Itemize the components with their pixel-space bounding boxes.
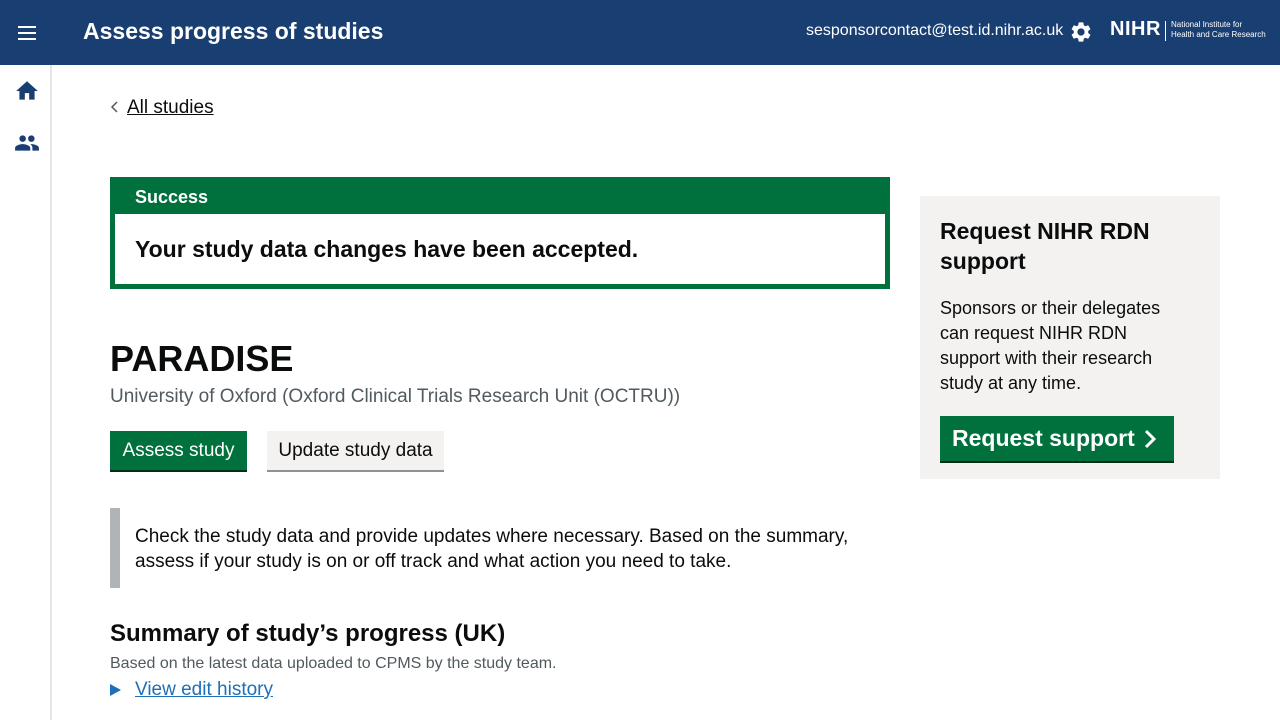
triangle-right-icon bbox=[110, 684, 121, 696]
support-panel: Request NIHR RDN support Sponsors or the… bbox=[920, 196, 1220, 479]
home-icon[interactable] bbox=[14, 78, 40, 104]
support-panel-text: Sponsors or their delegates can request … bbox=[940, 298, 1161, 393]
view-edit-history-label: View edit history bbox=[135, 679, 273, 700]
app-title: Assess progress of studies bbox=[83, 18, 384, 44]
banner-message: Your study data changes have been accept… bbox=[135, 236, 639, 262]
logo-divider bbox=[1165, 21, 1166, 41]
chevron-left-icon bbox=[110, 101, 118, 113]
logo-text-line1: National Institute for bbox=[1171, 20, 1243, 29]
request-support-button[interactable]: Request support bbox=[940, 416, 1174, 461]
summary-heading: Summary of study’s progress (UK) bbox=[110, 620, 506, 647]
users-icon[interactable] bbox=[14, 130, 40, 156]
support-panel-heading: Request NIHR RDN support bbox=[940, 218, 1150, 274]
logo-text: National Institute for Health and Care R… bbox=[1171, 20, 1271, 40]
success-banner: Success Your study data changes have bee… bbox=[110, 177, 890, 289]
menu-icon[interactable] bbox=[14, 20, 40, 46]
nihr-logo[interactable]: NIHR National Institute for Health and C… bbox=[1110, 18, 1270, 46]
user-email: sesponsorcontact@test.id.nihr.ac.uk bbox=[806, 22, 1064, 39]
update-study-data-button[interactable]: Update study data bbox=[267, 431, 444, 470]
logo-text-line2: Health and Care Research bbox=[1171, 30, 1266, 39]
logo-mark: NIHR bbox=[1110, 18, 1161, 40]
app-header: Assess progress of studies sesponsorcont… bbox=[0, 0, 1280, 65]
sidebar bbox=[0, 65, 52, 720]
back-link-label: All studies bbox=[127, 97, 214, 118]
inset-text-body: Check the study data and provide updates… bbox=[135, 526, 849, 572]
summary-caption: Based on the latest data uploaded to CPM… bbox=[110, 655, 557, 672]
banner-body: Your study data changes have been accept… bbox=[115, 214, 885, 284]
request-support-label: Request support bbox=[952, 425, 1135, 451]
study-title: PARADISE bbox=[110, 338, 294, 379]
assess-study-button[interactable]: Assess study bbox=[110, 431, 247, 470]
inset-text: Check the study data and provide updates… bbox=[110, 508, 870, 588]
study-organisation: University of Oxford (Oxford Clinical Tr… bbox=[110, 386, 681, 407]
banner-title: Success bbox=[135, 187, 209, 207]
gear-icon[interactable] bbox=[1069, 20, 1093, 44]
chevron-right-icon bbox=[1144, 429, 1157, 449]
